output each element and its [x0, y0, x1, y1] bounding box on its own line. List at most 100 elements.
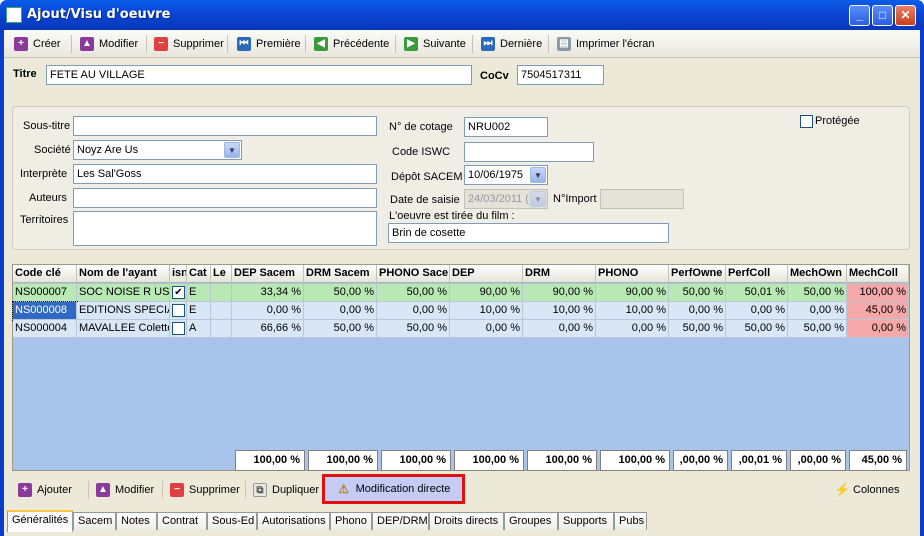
cotage-input[interactable]: NRU002	[464, 117, 548, 137]
table-cell[interactable]: E	[187, 302, 211, 320]
sacem-date-picker[interactable]: 10/06/1975 ▼	[464, 165, 548, 185]
table-cell[interactable]: 90,00 %	[450, 284, 523, 302]
rights-holders-grid[interactable]: Code clé Nom de l'ayant isn Cat Le DEP Sacem D…	[12, 264, 910, 471]
film-input[interactable]: Brin de cosette	[388, 223, 669, 243]
company-select[interactable]: Noyz Are Us ▼	[73, 140, 242, 160]
table-cell[interactable]: 50,00 %	[788, 284, 847, 302]
table-cell[interactable]: 50,00 %	[726, 320, 788, 338]
table-cell[interactable]: NS000004	[13, 320, 77, 338]
table-cell[interactable]: 10,00 %	[596, 302, 669, 320]
column-header[interactable]: DEP	[450, 265, 523, 283]
table-cell[interactable]: 50,00 %	[304, 320, 377, 338]
direct-edit-button[interactable]: ⚠ Modification directe	[322, 474, 465, 504]
column-header[interactable]: MechColl	[847, 265, 909, 283]
table-cell[interactable]: 90,00 %	[596, 284, 669, 302]
table-cell[interactable]	[211, 302, 232, 320]
subtitle-input[interactable]	[73, 116, 377, 136]
table-cell[interactable]: A	[187, 320, 211, 338]
table-cell[interactable]: 90,00 %	[523, 284, 596, 302]
modify-button[interactable]: ▲ Modifier	[80, 34, 138, 54]
column-header[interactable]: MechOwn	[788, 265, 847, 283]
delete-button[interactable]: − Supprimer	[154, 34, 224, 54]
table-cell[interactable]: 33,34 %	[232, 284, 304, 302]
table-cell[interactable]: 0,00 %	[232, 302, 304, 320]
iswc-input[interactable]	[464, 142, 594, 162]
column-header[interactable]: PerfOwne	[669, 265, 726, 283]
cocv-input[interactable]: 7504517311	[517, 65, 604, 85]
print-button[interactable]: ▤ Imprimer l'écran	[557, 34, 655, 54]
tab-droits-directs[interactable]: Droits directs	[429, 512, 504, 530]
isn-cell[interactable]	[170, 302, 187, 320]
table-cell[interactable]: 50,00 %	[669, 320, 726, 338]
tab-notes[interactable]: Notes	[116, 512, 157, 530]
table-cell[interactable]: 50,00 %	[377, 320, 450, 338]
column-header[interactable]: Le	[211, 265, 232, 283]
table-cell[interactable]: 0,00 %	[596, 320, 669, 338]
chevron-down-icon[interactable]: ▼	[224, 142, 240, 158]
column-header[interactable]: PerfColl	[726, 265, 788, 283]
last-button[interactable]: ⏭ Dernière	[481, 34, 542, 54]
table-cell[interactable]	[211, 320, 232, 338]
tab-sous-ed[interactable]: Sous-Ed	[207, 512, 257, 530]
delete-row-button[interactable]: − Supprimer	[170, 480, 240, 500]
table-cell[interactable]: NS000007	[13, 284, 77, 302]
add-button[interactable]: + Ajouter	[18, 480, 72, 500]
performer-input[interactable]: Les Sal'Goss	[73, 164, 377, 184]
chevron-down-icon[interactable]: ▼	[530, 167, 546, 183]
column-header[interactable]: Cat	[187, 265, 211, 283]
isn-checkbox[interactable]	[172, 304, 185, 317]
table-cell[interactable]: 0,00 %	[847, 320, 909, 338]
maximize-button[interactable]: □	[872, 5, 893, 26]
create-button[interactable]: + Créer	[14, 34, 61, 54]
table-cell[interactable]: MAVALLEE Colette	[77, 320, 170, 338]
tab-contrat[interactable]: Contrat	[157, 512, 207, 530]
isn-cell[interactable]	[170, 320, 187, 338]
table-cell[interactable]: 10,00 %	[523, 302, 596, 320]
column-header[interactable]: DRM	[523, 265, 596, 283]
table-cell[interactable]: 0,00 %	[726, 302, 788, 320]
territories-input[interactable]	[73, 211, 377, 246]
isn-cell[interactable]: ✔	[170, 284, 187, 302]
columns-button[interactable]: ⚡ Colonnes	[834, 480, 899, 500]
table-cell[interactable]: SOC NOISE R US	[77, 284, 170, 302]
title-bar[interactable]: Ajout/Visu d'oeuvre _ □ ✕	[0, 0, 924, 30]
column-header[interactable]: PHONO	[596, 265, 669, 283]
table-cell[interactable]: 100,00 %	[847, 284, 909, 302]
tab-supports[interactable]: Supports	[558, 512, 614, 530]
table-cell[interactable]: 0,00 %	[523, 320, 596, 338]
column-header[interactable]: DEP Sacem	[232, 265, 304, 283]
table-cell[interactable]: 66,66 %	[232, 320, 304, 338]
table-cell[interactable]: 10,00 %	[450, 302, 523, 320]
isn-checkbox[interactable]	[172, 322, 185, 335]
authors-input[interactable]	[73, 188, 377, 208]
minimize-button[interactable]: _	[849, 5, 870, 26]
column-header[interactable]: isn	[170, 265, 187, 283]
column-header[interactable]: PHONO Sace	[377, 265, 450, 283]
table-cell[interactable]: 50,01 %	[726, 284, 788, 302]
first-button[interactable]: ⏮ Première	[237, 34, 301, 54]
close-button[interactable]: ✕	[895, 5, 916, 26]
tab-pubs[interactable]: Pubs	[614, 512, 647, 530]
tab-phono[interactable]: Phono	[330, 512, 372, 530]
column-header[interactable]: Nom de l'ayant	[77, 265, 170, 283]
table-cell[interactable]	[211, 284, 232, 302]
table-cell[interactable]: 0,00 %	[788, 302, 847, 320]
tab-groupes[interactable]: Groupes	[504, 512, 558, 530]
table-cell[interactable]: E	[187, 284, 211, 302]
tab-g-n-ralit-s[interactable]: Généralités	[7, 510, 73, 532]
table-cell[interactable]: NS000008	[12, 301, 78, 321]
table-cell[interactable]: 50,00 %	[377, 284, 450, 302]
protected-checkbox[interactable]	[800, 115, 813, 128]
tab-dep-drm[interactable]: DEP/DRM	[372, 512, 429, 530]
table-cell[interactable]: 0,00 %	[304, 302, 377, 320]
title-input[interactable]: FETE AU VILLAGE	[46, 65, 472, 85]
isn-checkbox[interactable]: ✔	[172, 286, 185, 299]
table-cell[interactable]: 45,00 %	[847, 302, 909, 320]
previous-button[interactable]: ◀ Précédente	[314, 34, 389, 54]
tab-sacem[interactable]: Sacem	[73, 512, 116, 530]
table-cell[interactable]: 50,00 %	[304, 284, 377, 302]
duplicate-button[interactable]: ⧉ Dupliquer	[253, 480, 319, 500]
table-cell[interactable]: EDITIONS SPECIA	[77, 302, 170, 320]
table-cell[interactable]: 50,00 %	[669, 284, 726, 302]
table-cell[interactable]: 0,00 %	[450, 320, 523, 338]
